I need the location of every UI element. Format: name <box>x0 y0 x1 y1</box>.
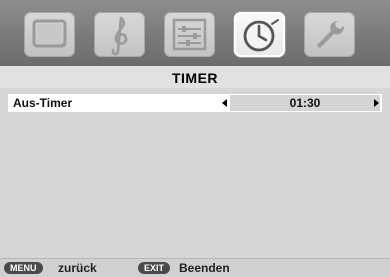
value-selector[interactable]: 01:30 <box>230 95 380 111</box>
footer-bar: MENU zurück EXIT Beenden <box>0 258 390 277</box>
page-title: TIMER <box>171 70 219 86</box>
settings-sliders-icon <box>172 18 207 51</box>
wrench-icon <box>317 21 344 48</box>
exit-hint: Beenden <box>179 261 230 275</box>
tv-screen-icon <box>32 19 67 48</box>
arrow-right-icon[interactable] <box>374 99 379 107</box>
menu-row-label: Aus-Timer <box>13 96 73 110</box>
timer-value: 01:30 <box>289 96 321 110</box>
menu-row-off-timer[interactable]: Aus-Timer 01:30 <box>8 94 382 112</box>
menu-key-badge: MENU <box>4 262 43 274</box>
menu-back-hint: zurück <box>58 261 97 275</box>
tab-tools[interactable] <box>304 12 355 57</box>
clock-icon <box>243 19 279 52</box>
treble-clef-icon <box>111 16 128 56</box>
arrow-left-icon[interactable] <box>222 99 227 107</box>
tab-picture[interactable] <box>24 12 75 57</box>
tab-sound[interactable] <box>94 12 145 57</box>
category-tab-bar <box>0 0 390 66</box>
tab-timer[interactable] <box>234 12 285 57</box>
tab-setup[interactable] <box>164 12 215 57</box>
exit-key-badge: EXIT <box>138 262 171 274</box>
